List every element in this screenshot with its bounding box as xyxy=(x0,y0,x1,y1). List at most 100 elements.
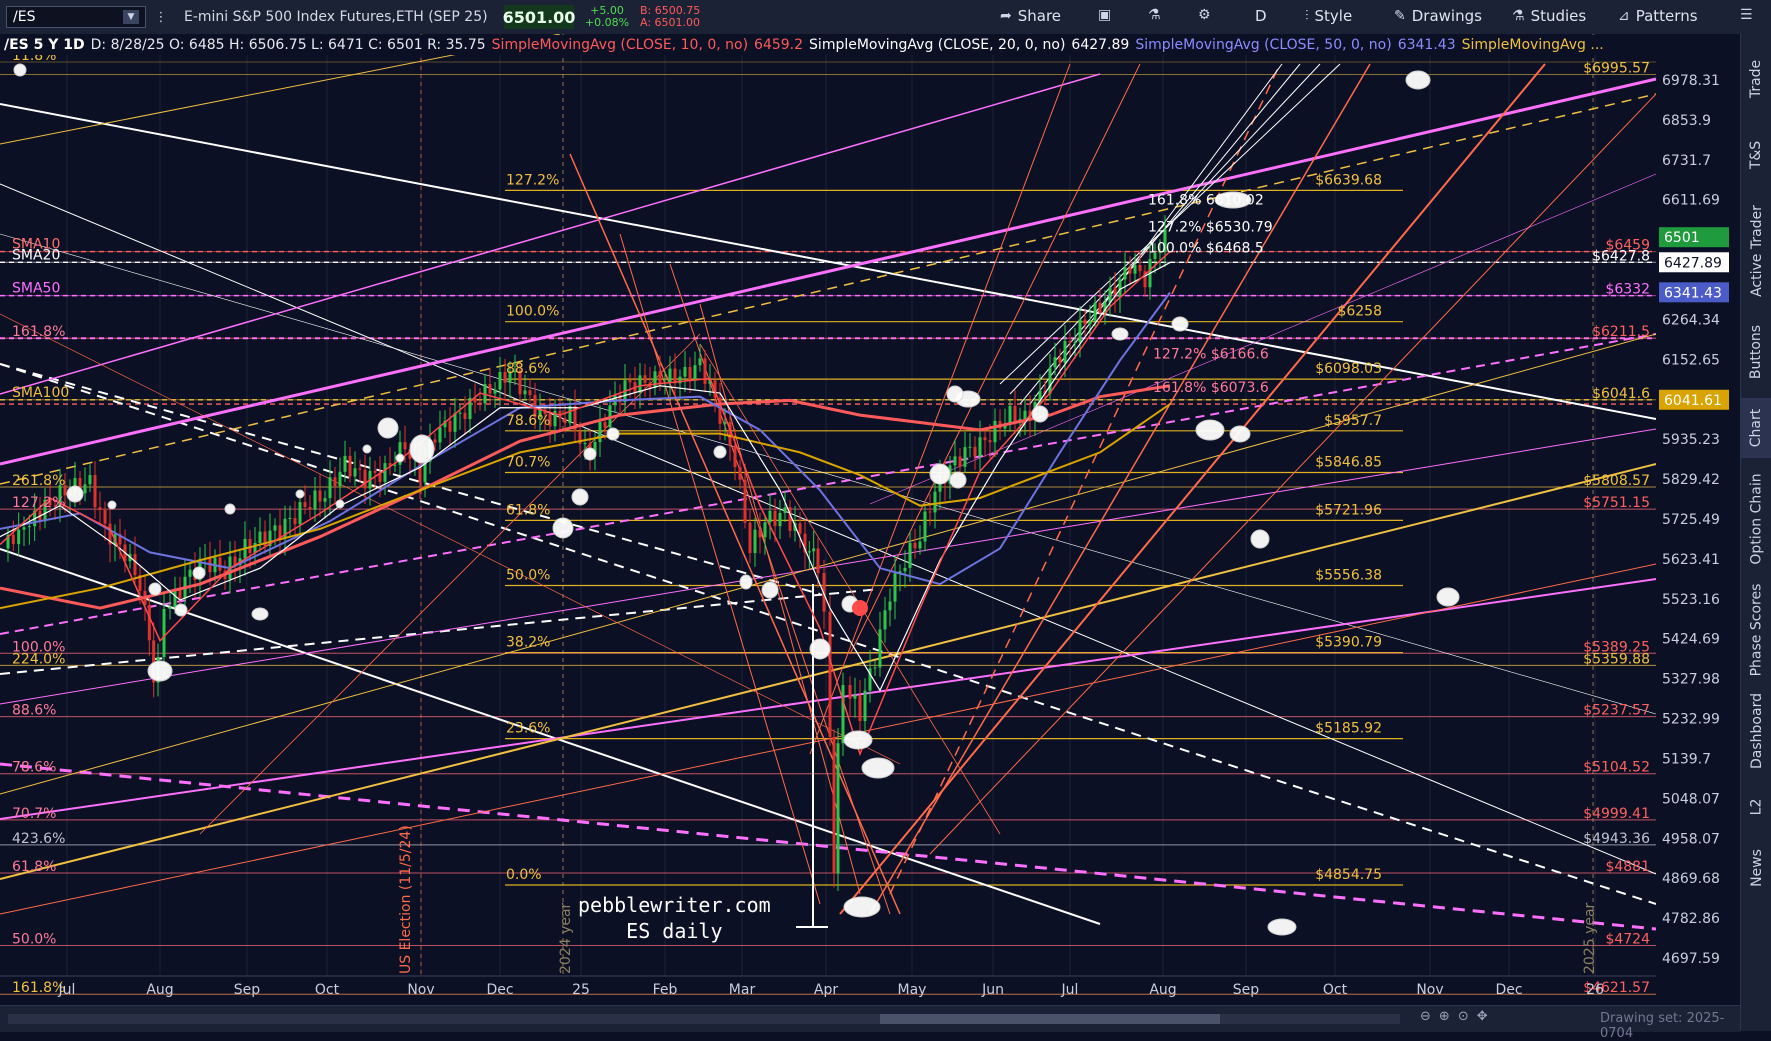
candle-body xyxy=(162,608,166,658)
side-tab-chart[interactable]: Chart xyxy=(1741,398,1771,458)
y-tick-label: 6731.7 xyxy=(1662,153,1711,169)
y-tick-label: 5623.41 xyxy=(1662,552,1720,568)
annotation-oval xyxy=(1229,425,1251,443)
candle-body xyxy=(836,743,840,874)
side-tab-dashboard[interactable]: Dashboard xyxy=(1741,686,1771,776)
annotation-oval xyxy=(107,500,117,510)
candle-body xyxy=(807,551,811,553)
candle-body xyxy=(873,667,877,669)
studies-button[interactable]: ⚗ Studies xyxy=(1512,7,1586,25)
candle-body xyxy=(1073,342,1077,344)
symbol-selector[interactable]: /ES ▼ xyxy=(6,6,146,28)
scrollbar-thumb[interactable] xyxy=(880,1014,1220,1024)
fib-value: $6258 xyxy=(1337,304,1382,320)
price-chart[interactable]: $6995.57$6459$6427.8$6332$6211.5$6041.6$… xyxy=(0,34,1740,1005)
y-tick-label: 5935.23 xyxy=(1662,432,1720,448)
candle-body xyxy=(1058,357,1062,363)
side-tab-active-trader[interactable]: Active Trader xyxy=(1741,196,1771,306)
link-icon[interactable]: ⋮ xyxy=(152,8,170,26)
left-fib-label: 70.7% xyxy=(12,806,56,822)
patterns-button[interactable]: ⊿ Patterns xyxy=(1618,7,1698,25)
sma-label: SMA20 xyxy=(12,247,60,263)
side-tab-buttons[interactable]: Buttons xyxy=(1741,312,1771,392)
legend-title: /ES 5 Y 1D xyxy=(4,37,85,53)
candle-body xyxy=(883,610,887,630)
annotation-oval xyxy=(13,63,27,77)
side-tab-news[interactable]: News xyxy=(1741,838,1771,898)
candle-body xyxy=(643,375,647,383)
legend-sma10: SimpleMovingAvg (CLOSE, 10, 0, no) xyxy=(491,37,749,53)
pan-icon[interactable]: ✥ xyxy=(1477,1009,1488,1024)
y-tick-label: 4697.59 xyxy=(1662,951,1720,967)
annotation-oval xyxy=(1195,419,1225,441)
vertical-date-label: US Election (11/5/24) xyxy=(398,825,414,974)
settings-button[interactable]: ⚙ xyxy=(1198,7,1211,23)
screenshot-button[interactable]: ▣ xyxy=(1098,7,1111,23)
candle-body xyxy=(953,456,957,466)
side-tab-option-chain[interactable]: Option Chain xyxy=(1741,464,1771,574)
x-tick-label: Feb xyxy=(653,982,678,998)
side-tabs: Trade T&S Active Trader Buttons Chart Option … xyxy=(1740,34,1771,1031)
symbol-description: E-mini S&P 500 Index Futures,ETH (SEP 25… xyxy=(184,9,488,25)
side-tab-trade[interactable]: Trade xyxy=(1741,44,1771,114)
period-button[interactable]: D xyxy=(1255,7,1267,25)
candle-body xyxy=(928,511,932,513)
candle-body xyxy=(1098,302,1102,313)
zoom-in-icon[interactable]: ⊕ xyxy=(1439,1009,1450,1024)
chart-background xyxy=(0,34,1740,1005)
candle-body xyxy=(832,736,836,874)
zoom-reset-icon[interactable]: ⊙ xyxy=(1458,1009,1469,1024)
candle-body xyxy=(848,685,852,699)
candle-body xyxy=(448,420,452,432)
candle-body xyxy=(218,557,222,571)
chevron-down-icon[interactable]: ▼ xyxy=(123,10,139,24)
candle-body xyxy=(1053,357,1057,368)
candle-body xyxy=(293,517,297,525)
candle-body xyxy=(383,463,387,482)
candle-body xyxy=(1048,367,1052,394)
fib-value: $4854.75 xyxy=(1315,867,1382,883)
side-tab-phase-scores[interactable]: Phase Scores xyxy=(1741,580,1771,680)
candle-body xyxy=(1023,410,1027,420)
candle-body xyxy=(918,541,922,549)
candle-body xyxy=(908,542,912,568)
candle-body xyxy=(583,443,587,445)
y-tick-label: 6611.69 xyxy=(1662,193,1720,209)
menu-button[interactable]: ☰ xyxy=(1740,7,1753,23)
y-tick-label: 5048.07 xyxy=(1662,791,1720,807)
annotation-oval xyxy=(395,453,405,463)
candle-body xyxy=(733,445,737,468)
candle-body xyxy=(313,490,317,510)
candle-body xyxy=(1128,267,1132,274)
candle-body xyxy=(318,490,322,502)
candle-body xyxy=(17,529,21,545)
flask-button[interactable]: ⚗ xyxy=(1148,7,1161,23)
side-tab-t-s[interactable]: T&S xyxy=(1741,120,1771,190)
annotation-oval xyxy=(949,471,967,489)
side-tab-l2[interactable]: L2 xyxy=(1741,782,1771,832)
candle-body xyxy=(363,469,367,489)
candle-body xyxy=(563,418,567,424)
candle-body xyxy=(748,522,752,554)
annotation-oval xyxy=(1250,529,1270,549)
drawings-button[interactable]: ✎ Drawings xyxy=(1394,7,1482,25)
zoom-out-icon[interactable]: ⊖ xyxy=(1420,1009,1431,1024)
zoom-controls: ⊖ ⊕ ⊙ ✥ xyxy=(1420,1009,1488,1024)
left-fib-label: 61.8% xyxy=(12,859,56,875)
y-tick-label: 6853.9 xyxy=(1662,113,1711,129)
level-value: $6041.6 xyxy=(1592,386,1650,402)
pattern-icon: ⊿ xyxy=(1618,8,1630,24)
candle-body xyxy=(258,531,262,543)
annotation-oval xyxy=(147,660,173,682)
candle-body xyxy=(103,510,107,524)
share-button[interactable]: ➦ Share xyxy=(1000,7,1061,25)
annotation-oval xyxy=(843,896,881,918)
left-fib-label: 261.8% xyxy=(12,473,65,489)
candle-body xyxy=(878,629,882,668)
annotation-oval xyxy=(174,603,188,617)
annotation-oval xyxy=(713,445,727,459)
level-value: $5751.15 xyxy=(1583,495,1650,511)
candle-body xyxy=(933,491,937,513)
candle-body xyxy=(628,380,632,383)
style-button[interactable]: ⫶ Style xyxy=(1305,7,1352,25)
